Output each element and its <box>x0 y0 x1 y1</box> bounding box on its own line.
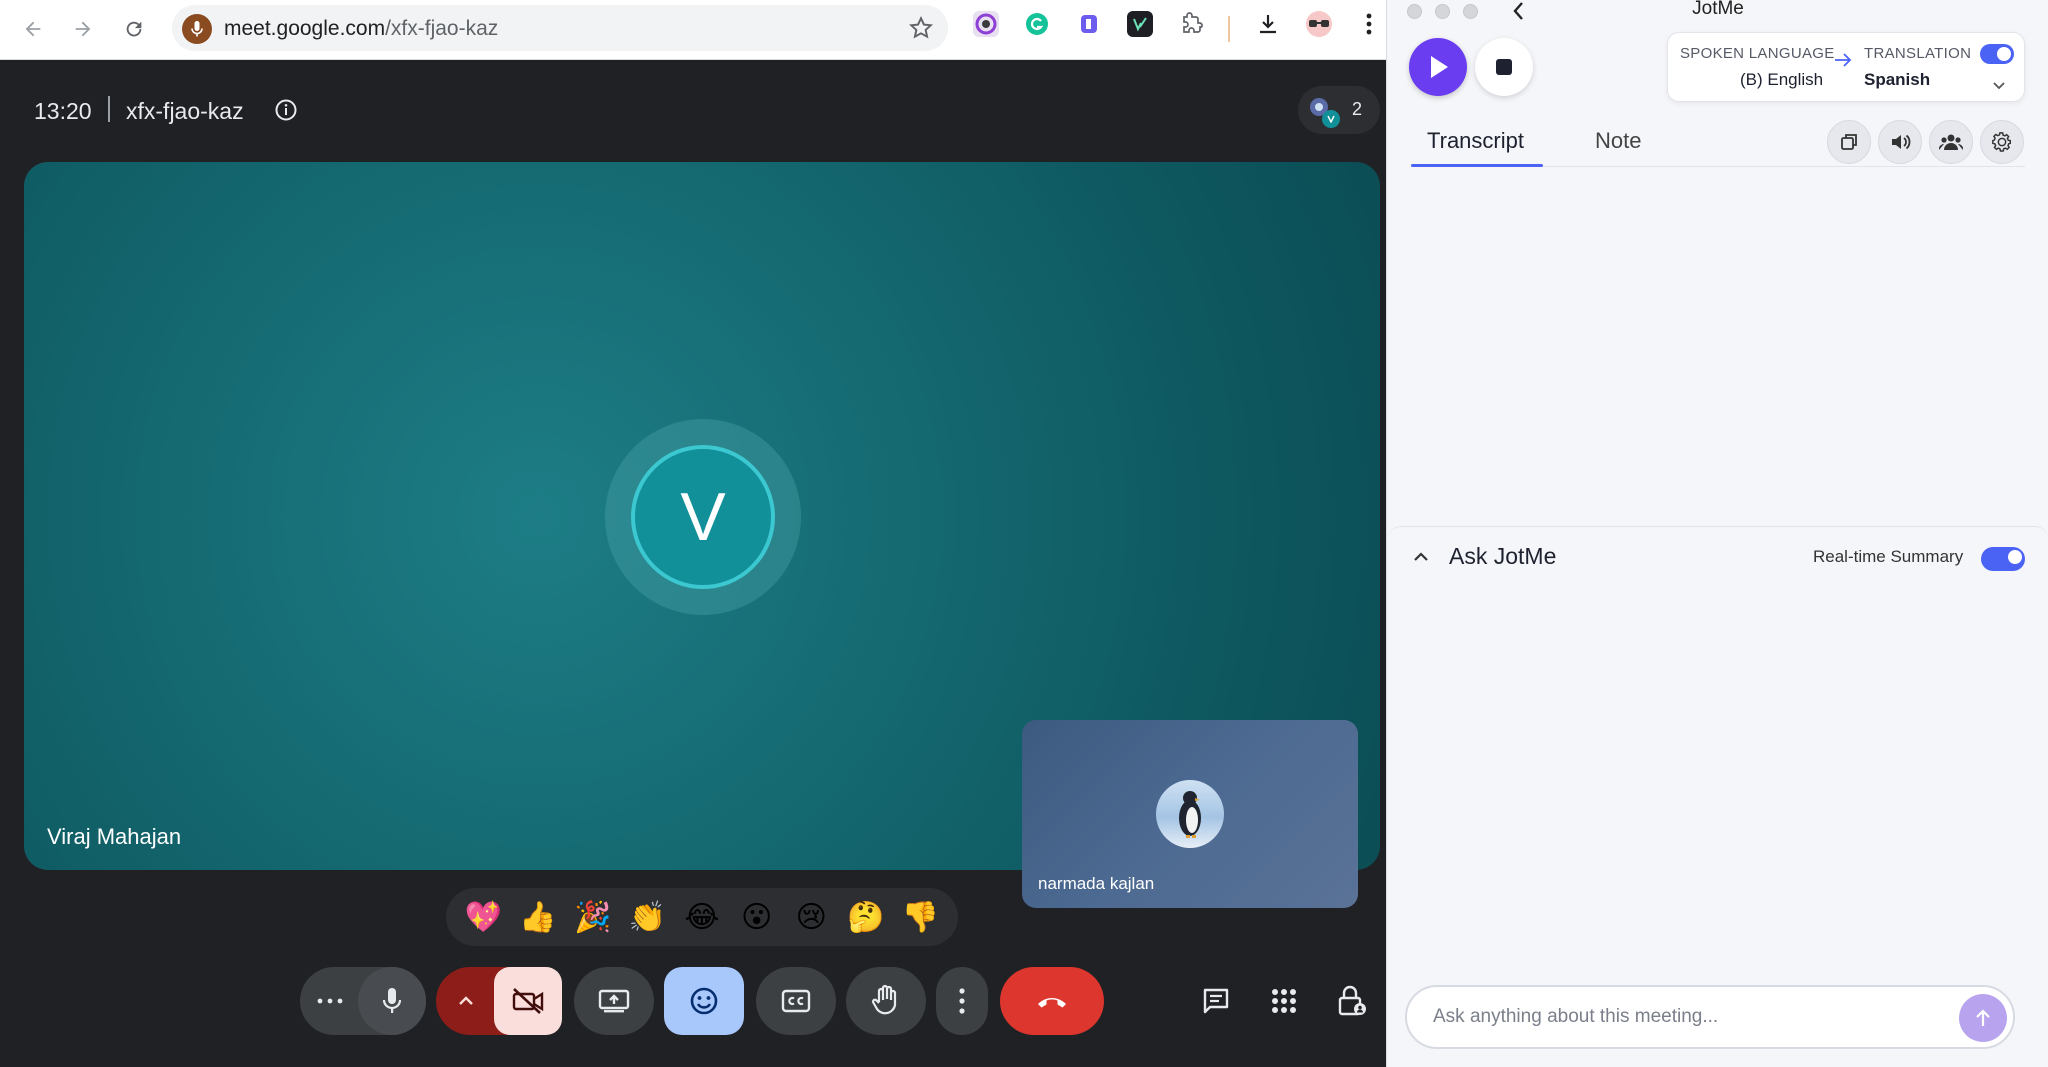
tab-note[interactable]: Note <box>1595 128 1641 154</box>
reaction-clap[interactable]: 👏 <box>622 900 672 935</box>
captions-button[interactable] <box>756 967 836 1035</box>
raise-hand-button[interactable] <box>846 967 926 1035</box>
chevron-up-icon[interactable] <box>1413 549 1429 567</box>
forward-arrow-icon[interactable] <box>66 12 100 46</box>
extension-v-icon[interactable] <box>1127 11 1153 37</box>
meeting-time: 13:20 <box>34 98 92 124</box>
realtime-summary-label: Real-time Summary <box>1813 547 1964 566</box>
url-path: /xfx-fjao-kaz <box>385 17 499 40</box>
chevron-down-icon[interactable] <box>1992 77 2006 95</box>
spoken-language-label: SPOKEN LANGUAGE <box>1680 45 1835 62</box>
info-icon[interactable] <box>274 98 298 122</box>
profile-avatar[interactable] <box>1306 11 1332 37</box>
ask-input-container <box>1405 985 2015 1049</box>
reaction-thinking[interactable]: 🤔 <box>841 900 891 935</box>
active-tab-indicator <box>1411 164 1543 167</box>
meet-window: 13:20 xfx-fjao-kaz 2 V Viraj Mahajan nar… <box>0 60 1386 1067</box>
copy-icon[interactable] <box>1827 120 1871 164</box>
translation-language-value[interactable]: Spanish <box>1864 70 1930 90</box>
leave-call-button[interactable] <box>1000 967 1104 1035</box>
reaction-party[interactable]: 🎉 <box>568 900 618 935</box>
participant-avatar-v <box>1322 110 1340 128</box>
jotme-panel: JotMe SPOKEN LANGUAGE (B) English TRANSL… <box>1386 0 2048 1067</box>
participant-count: 2 <box>1351 99 1362 119</box>
realtime-summary-toggle[interactable] <box>1981 547 2025 571</box>
more-vert-button[interactable] <box>936 967 988 1035</box>
reaction-sad[interactable]: 😢 <box>786 900 836 935</box>
host-controls-lock-icon[interactable] <box>1326 967 1378 1035</box>
translation-label: TRANSLATION <box>1864 45 1972 62</box>
participants-button[interactable]: 2 <box>1298 86 1380 134</box>
extension-bookmark-icon[interactable] <box>1076 11 1102 37</box>
camera-off-button[interactable] <box>494 967 562 1035</box>
reaction-surprised[interactable]: 😮 <box>732 900 782 935</box>
puzzle-extensions-icon[interactable] <box>1179 11 1205 37</box>
reactions-bar: 💖 👍 🎉 👏 😂 😮 😢 🤔 👎 <box>446 888 958 946</box>
microphone-icon[interactable] <box>182 14 212 44</box>
meeting-code: xfx-fjao-kaz <box>126 98 244 124</box>
more-vert-icon[interactable] <box>1356 11 1382 37</box>
activities-grid-icon[interactable] <box>1258 967 1310 1035</box>
play-button[interactable] <box>1409 38 1467 96</box>
camera-options-chevron-icon[interactable] <box>436 967 496 1035</box>
browser-toolbar: meet.google.com/xfx-fjao-kaz <box>0 0 1386 60</box>
more-options-button[interactable] <box>300 967 360 1035</box>
penguin-avatar-icon <box>1156 780 1224 848</box>
url-host: meet.google.com <box>224 17 386 40</box>
back-chevron-icon[interactable] <box>1511 0 1525 29</box>
grammarly-icon[interactable] <box>1024 11 1050 37</box>
url-text: meet.google.com/xfx-fjao-kaz <box>224 17 498 41</box>
mic-control-group <box>300 967 426 1035</box>
arrow-right-icon <box>1834 53 1852 72</box>
reload-icon[interactable] <box>117 12 151 46</box>
microphone-button[interactable] <box>358 967 426 1035</box>
reaction-thumbs-up[interactable]: 👍 <box>513 900 563 935</box>
reaction-heart[interactable]: 💖 <box>458 900 508 935</box>
main-avatar: V <box>631 445 775 589</box>
ask-jotme-title: Ask JotMe <box>1449 543 1557 569</box>
divider <box>108 96 110 122</box>
extension-color-icon[interactable] <box>973 11 999 37</box>
reactions-button[interactable] <box>664 967 744 1035</box>
chat-icon[interactable] <box>1190 967 1242 1035</box>
self-view-tile[interactable]: narmada kajlan <box>1022 720 1358 908</box>
spoken-language-value[interactable]: (B) English <box>1740 70 1823 90</box>
ask-input[interactable] <box>1433 1001 1933 1033</box>
jotme-title: JotMe <box>1692 0 1744 19</box>
reaction-laugh[interactable]: 😂 <box>677 900 727 935</box>
tab-transcript[interactable]: Transcript <box>1427 128 1524 154</box>
present-screen-button[interactable] <box>574 967 654 1035</box>
participants-icon[interactable] <box>1929 120 1973 164</box>
language-selector[interactable]: SPOKEN LANGUAGE (B) English TRANSLATION … <box>1667 32 2025 102</box>
download-icon[interactable] <box>1255 11 1281 37</box>
main-participant-name: Viraj Mahajan <box>47 824 182 849</box>
ask-jotme-section: Ask JotMe Real-time Summary <box>1387 526 2048 1067</box>
speaker-icon[interactable] <box>1878 120 1922 164</box>
translation-toggle[interactable] <box>1980 44 2014 64</box>
send-arrow-icon[interactable] <box>1959 994 2007 1042</box>
camera-control-group <box>436 967 562 1035</box>
toolbar-divider <box>1228 16 1230 42</box>
self-participant-name: narmada kajlan <box>1038 874 1155 893</box>
reaction-thumbs-down[interactable]: 👎 <box>896 900 946 935</box>
stop-button[interactable] <box>1475 38 1533 96</box>
address-bar[interactable]: meet.google.com/xfx-fjao-kaz <box>172 5 948 51</box>
star-icon[interactable] <box>908 15 934 46</box>
back-arrow-icon[interactable] <box>16 12 50 46</box>
gear-icon[interactable] <box>1980 120 2024 164</box>
